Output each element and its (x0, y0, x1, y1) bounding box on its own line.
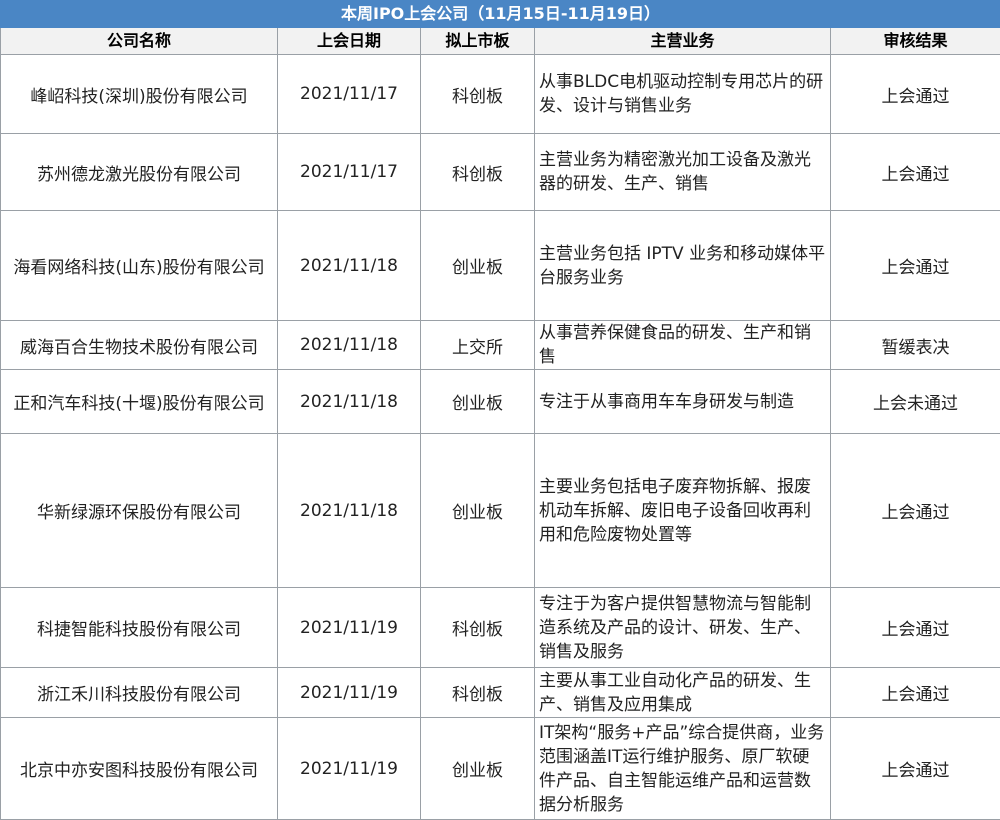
company-cell: 峰岹科技(深圳)股份有限公司 (1, 55, 278, 134)
date-cell: 2021/11/18 (278, 321, 421, 370)
date-cell: 2021/11/18 (278, 211, 421, 321)
business-cell: 主要从事工业自动化产品的研发、生产、销售及应用集成 (535, 668, 831, 718)
date-cell: 2021/11/19 (278, 588, 421, 668)
date-cell: 2021/11/17 (278, 134, 421, 211)
business-cell: 主营业务包括 IPTV 业务和移动媒体平台服务业务 (535, 211, 831, 321)
business-cell: 主要业务包括电子废弃物拆解、报废机动车拆解、废旧电子设备回收再利用和危险废物处置… (535, 434, 831, 588)
business-cell: 专注于为客户提供智慧物流与智能制造系统及产品的设计、研发、生产、销售及服务 (535, 588, 831, 668)
business-cell: IT架构“服务+产品”综合提供商，业务范围涵盖IT运行维护服务、原厂软硬件产品、… (535, 718, 831, 820)
table-row: 正和汽车科技(十堰)股份有限公司 2021/11/18 创业板 专注于从事商用车… (1, 370, 1000, 434)
company-cell: 威海百合生物技术股份有限公司 (1, 321, 278, 370)
board-cell: 创业板 (421, 211, 535, 321)
company-cell: 科捷智能科技股份有限公司 (1, 588, 278, 668)
column-header-board: 拟上市板 (421, 28, 535, 55)
date-cell: 2021/11/19 (278, 718, 421, 820)
column-header-business: 主营业务 (535, 28, 831, 55)
date-cell: 2021/11/17 (278, 55, 421, 134)
board-cell: 上交所 (421, 321, 535, 370)
date-cell: 2021/11/18 (278, 434, 421, 588)
result-cell: 上会通过 (831, 434, 1000, 588)
table-row: 威海百合生物技术股份有限公司 2021/11/18 上交所 从事营养保健食品的研… (1, 321, 1000, 370)
company-cell: 苏州德龙激光股份有限公司 (1, 134, 278, 211)
table-row: 浙江禾川科技股份有限公司 2021/11/19 科创板 主要从事工业自动化产品的… (1, 668, 1000, 718)
column-header-company: 公司名称 (1, 28, 278, 55)
result-cell: 上会通过 (831, 588, 1000, 668)
date-cell: 2021/11/18 (278, 370, 421, 434)
board-cell: 科创板 (421, 55, 535, 134)
board-cell: 科创板 (421, 668, 535, 718)
company-cell: 浙江禾川科技股份有限公司 (1, 668, 278, 718)
column-header-date: 上会日期 (278, 28, 421, 55)
result-cell: 上会通过 (831, 211, 1000, 321)
board-cell: 科创板 (421, 134, 535, 211)
table-row: 科捷智能科技股份有限公司 2021/11/19 科创板 专注于为客户提供智慧物流… (1, 588, 1000, 668)
business-cell: 从事BLDC电机驱动控制专用芯片的研发、设计与销售业务 (535, 55, 831, 134)
table-title: 本周IPO上会公司（11月15日-11月19日） (1, 1, 1000, 28)
ipo-table: 本周IPO上会公司（11月15日-11月19日） 公司名称 上会日期 拟上市板 … (0, 0, 1000, 820)
result-cell: 上会通过 (831, 134, 1000, 211)
date-cell: 2021/11/19 (278, 668, 421, 718)
company-cell: 海看网络科技(山东)股份有限公司 (1, 211, 278, 321)
business-cell: 从事营养保健食品的研发、生产和销售 (535, 321, 831, 370)
table-row: 海看网络科技(山东)股份有限公司 2021/11/18 创业板 主营业务包括 I… (1, 211, 1000, 321)
result-cell: 暂缓表决 (831, 321, 1000, 370)
board-cell: 科创板 (421, 588, 535, 668)
business-cell: 主营业务为精密激光加工设备及激光器的研发、生产、销售 (535, 134, 831, 211)
result-cell: 上会通过 (831, 668, 1000, 718)
result-cell: 上会未通过 (831, 370, 1000, 434)
result-cell: 上会通过 (831, 718, 1000, 820)
board-cell: 创业板 (421, 718, 535, 820)
ipo-table-sheet: 本周IPO上会公司（11月15日-11月19日） 公司名称 上会日期 拟上市板 … (0, 0, 1000, 817)
company-cell: 北京中亦安图科技股份有限公司 (1, 718, 278, 820)
table-row: 苏州德龙激光股份有限公司 2021/11/17 科创板 主营业务为精密激光加工设… (1, 134, 1000, 211)
business-cell: 专注于从事商用车车身研发与制造 (535, 370, 831, 434)
table-row: 北京中亦安图科技股份有限公司 2021/11/19 创业板 IT架构“服务+产品… (1, 718, 1000, 820)
table-row: 峰岹科技(深圳)股份有限公司 2021/11/17 科创板 从事BLDC电机驱动… (1, 55, 1000, 134)
company-cell: 华新绿源环保股份有限公司 (1, 434, 278, 588)
company-cell: 正和汽车科技(十堰)股份有限公司 (1, 370, 278, 434)
table-row: 华新绿源环保股份有限公司 2021/11/18 创业板 主要业务包括电子废弃物拆… (1, 434, 1000, 588)
board-cell: 创业板 (421, 434, 535, 588)
result-cell: 上会通过 (831, 55, 1000, 134)
board-cell: 创业板 (421, 370, 535, 434)
column-header-result: 审核结果 (831, 28, 1000, 55)
